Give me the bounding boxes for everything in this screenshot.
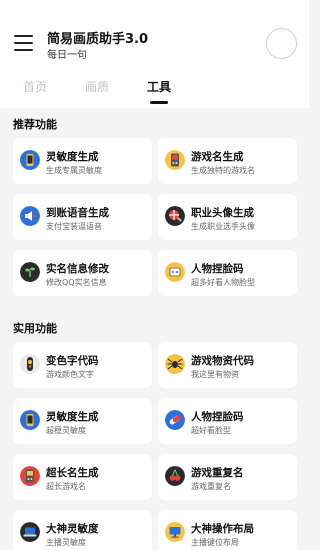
app-title: 简易画质助手3.0 (47, 32, 149, 47)
tab-quality[interactable]: 画质 (85, 78, 109, 95)
tool-desc: 生成职业选手头像 (191, 222, 255, 231)
tool-card[interactable]: 到账语音生成 支付宝装逼语音 (13, 194, 152, 240)
phone-icon (20, 410, 40, 430)
tool-card[interactable]: 大神操作布局 主播键位布局 (158, 510, 297, 550)
tool-desc: 生成独特的游戏名 (191, 166, 255, 175)
tool-desc: 游戏颜色文字 (46, 370, 94, 379)
color-pen-icon (20, 354, 40, 374)
tool-card[interactable]: 游戏物资代码 我这里有物资 (158, 342, 297, 388)
speaker-icon (20, 206, 40, 226)
tab-bar: 首页 画质 工具 (0, 72, 309, 106)
tool-card[interactable]: 职业头像生成 生成职业选手头像 (158, 194, 297, 240)
section-title-recommended: 推荐功能 (13, 118, 57, 131)
tool-desc: 支付宝装逼语音 (46, 222, 102, 231)
tool-title: 人物捏脸码 (191, 263, 244, 275)
tool-card[interactable]: 游戏名生成 生成独特的游戏名 (158, 138, 297, 184)
tool-desc: 主播灵敏度 (46, 538, 86, 547)
tool-desc: 超稳灵敏度 (46, 426, 86, 435)
tool-title: 灵敏度生成 (46, 411, 99, 423)
tool-desc: 游戏重复名 (191, 482, 231, 491)
tool-title: 职业头像生成 (191, 207, 254, 219)
hamburger-menu-icon[interactable] (14, 35, 33, 51)
laptop-icon (20, 522, 40, 542)
spider-icon (165, 354, 185, 374)
tab-home[interactable]: 首页 (23, 78, 47, 95)
tool-card[interactable]: 游戏重复名 游戏重复名 (158, 454, 297, 500)
tool-card[interactable]: 人物捏脸码 超多好看人物脸型 (158, 250, 297, 296)
gameboy-icon (165, 150, 185, 170)
tool-card[interactable]: 变色字代码 游戏颜色文字 (13, 342, 152, 388)
tool-desc: 超长游戏名 (46, 482, 86, 491)
tool-desc: 超好看脸型 (191, 426, 231, 435)
tool-desc: 主播键位布局 (191, 538, 239, 547)
tool-card[interactable]: 大神灵敏度 主播灵敏度 (13, 510, 152, 550)
tool-card[interactable]: 实名信息修改 修改QQ实名信息 (13, 250, 152, 296)
tool-desc: 超多好看人物脸型 (191, 278, 255, 287)
tool-card[interactable]: 超长名生成 超长游戏名 (13, 454, 152, 500)
tool-title: 灵敏度生成 (46, 151, 99, 163)
top-bar: 简易画质助手3.0 每日一句 首页 画质 工具 (0, 0, 309, 108)
tool-title: 大神灵敏度 (46, 523, 99, 535)
tool-title: 游戏物资代码 (191, 355, 254, 367)
tool-title: 到账语音生成 (46, 207, 109, 219)
tool-desc: 我这里有物资 (191, 370, 239, 379)
monitor-icon (165, 522, 185, 542)
tool-title: 超长名生成 (46, 467, 99, 479)
tool-card[interactable]: 人物捏脸码 超好看脸型 (158, 398, 297, 444)
cherries-icon (165, 466, 185, 486)
tool-title: 变色字代码 (46, 355, 99, 367)
tool-title: 游戏名生成 (191, 151, 244, 163)
gameboy-icon (20, 466, 40, 486)
tool-desc: 修改QQ实名信息 (46, 278, 107, 287)
tool-title: 人物捏脸码 (191, 411, 244, 423)
active-tab-indicator (150, 101, 168, 104)
avatar[interactable] (266, 28, 297, 59)
tool-card[interactable]: 灵敏度生成 生成专属灵敏度 (13, 138, 152, 184)
section-title-utility: 实用功能 (13, 322, 57, 335)
tool-card[interactable]: 灵敏度生成 超稳灵敏度 (13, 398, 152, 444)
player-avatar-icon (165, 206, 185, 226)
phone-icon (20, 150, 40, 170)
tool-title: 实名信息修改 (46, 263, 109, 275)
id-sprout-icon (20, 262, 40, 282)
tool-title: 大神操作布局 (191, 523, 254, 535)
tab-tools[interactable]: 工具 (147, 78, 171, 95)
daily-quote[interactable]: 每日一句 (47, 46, 87, 61)
tool-title: 游戏重复名 (191, 467, 244, 479)
capsule-icon (165, 410, 185, 430)
tool-desc: 生成专属灵敏度 (46, 166, 102, 175)
robot-face-icon (165, 262, 185, 282)
